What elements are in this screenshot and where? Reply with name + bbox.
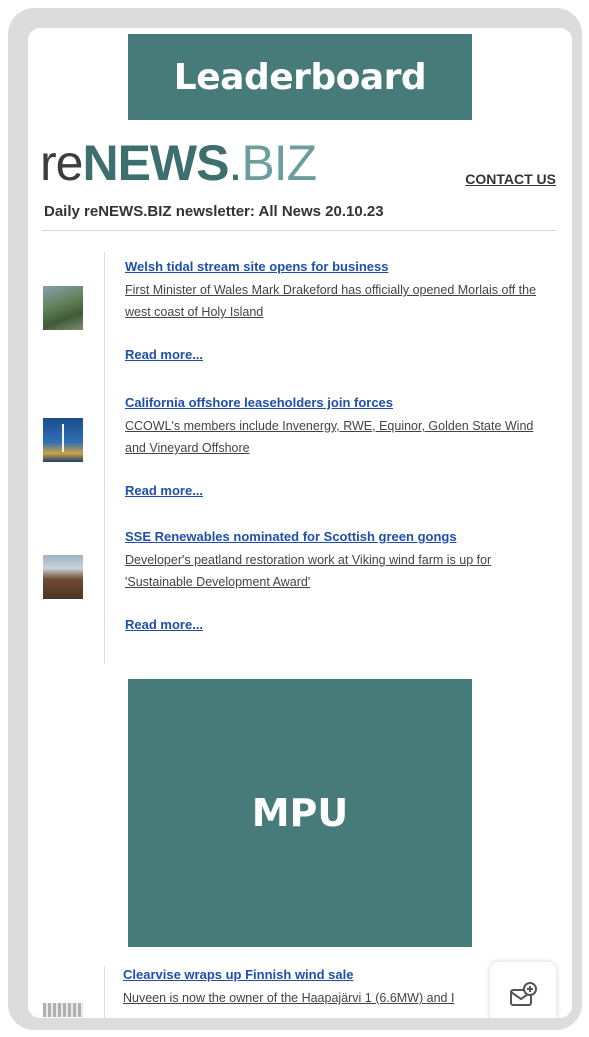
article-thumbnail-offshore[interactable] [43,418,83,462]
leaderboard-ad[interactable]: Leaderboard [128,34,472,120]
article-list: Welsh tidal stream site opens for busine… [104,252,550,664]
renews-logo[interactable]: reNEWS.BIZ [40,135,317,191]
article-summary[interactable]: Developer's peatland restoration work at… [125,549,551,593]
article-thumbnail-peatland[interactable] [43,555,83,599]
logo-biz: BIZ [241,135,317,191]
logo-dot: . [228,135,242,191]
article-summary[interactable]: Nuveen is now the owner of the Haapajärv… [123,987,496,1009]
mpu-ad[interactable]: MPU [128,679,472,947]
compose-mail-button[interactable] [490,962,556,1018]
contact-us-link[interactable]: CONTACT US [465,171,556,187]
read-more-link[interactable]: Read more... [125,347,551,362]
leaderboard-ad-label: Leaderboard [173,56,427,98]
article-summary[interactable]: CCOWL's members include Invenergy, RWE, … [125,415,551,459]
article-title-link[interactable]: Welsh tidal stream site opens for busine… [125,259,388,274]
article-title-link[interactable]: Clearvise wraps up Finnish wind sale [123,967,353,982]
newsletter-title: Daily reNEWS.BIZ newsletter: All News 20… [44,203,384,220]
email-screen: Leaderboard reNEWS.BIZ CONTACT US Daily … [28,28,572,1018]
article-title-link[interactable]: California offshore leaseholders join fo… [125,395,393,410]
article-summary[interactable]: First Minister of Wales Mark Drakeford h… [125,279,551,323]
read-more-link[interactable]: Read more... [125,483,551,498]
logo-re: re [40,135,83,191]
mpu-ad-label: MPU [251,791,349,835]
mail-add-icon [510,982,537,1006]
read-more-link[interactable]: Read more... [125,617,551,632]
header-divider [42,230,556,231]
article-item: California offshore leaseholders join fo… [125,394,551,498]
logo-news: NEWS [82,135,229,191]
article-item: Clearvise wraps up Finnish wind sale Nuv… [104,966,496,1018]
article-thumbnail-clearvise[interactable] [43,1003,83,1017]
article-item: SSE Renewables nominated for Scottish gr… [125,528,551,632]
article-item: Welsh tidal stream site opens for busine… [125,258,551,362]
article-thumbnail-tidal[interactable] [43,286,83,330]
article-title-link[interactable]: SSE Renewables nominated for Scottish gr… [125,529,457,544]
